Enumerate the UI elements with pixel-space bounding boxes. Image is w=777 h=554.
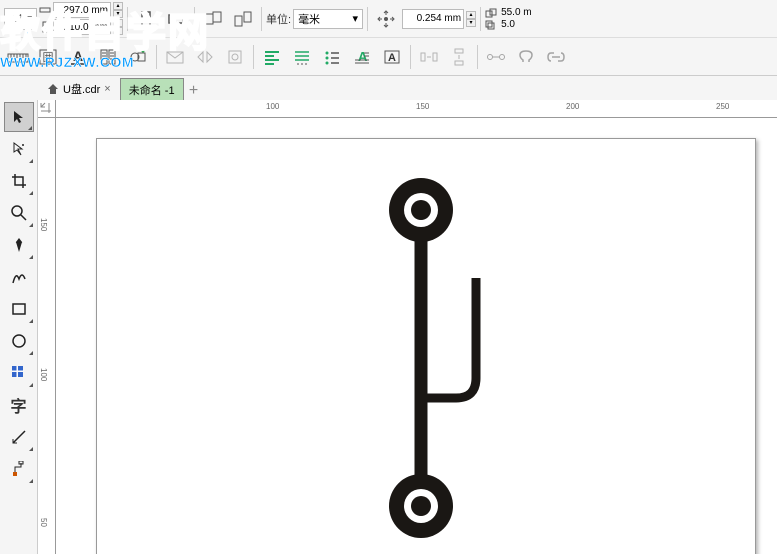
all-pages-button[interactable]: [199, 5, 227, 33]
connector-button[interactable]: [482, 43, 510, 71]
freehand-tool[interactable]: [4, 230, 34, 260]
effects-button[interactable]: [221, 43, 249, 71]
ruler-mark: 50: [39, 518, 48, 527]
bullets-button[interactable]: [318, 43, 346, 71]
hyperlink-button[interactable]: [542, 43, 570, 71]
text-underline-button[interactable]: A: [64, 43, 92, 71]
workspace: 100 150 200 250 150 100 50: [38, 100, 777, 554]
unit-select[interactable]: 毫米 ▾: [293, 9, 363, 29]
portrait-button[interactable]: [132, 5, 160, 33]
dup-y-icon: [485, 20, 499, 30]
vertical-ruler[interactable]: 150 100 50: [38, 118, 56, 554]
ruler-mark: 250: [716, 102, 729, 111]
dropcap-button[interactable]: A: [348, 43, 376, 71]
tab-label: U盘.cdr: [63, 81, 100, 97]
svg-text:A: A: [73, 48, 83, 64]
page-width-input[interactable]: [53, 2, 111, 18]
polygon-tool[interactable]: [4, 358, 34, 388]
ruler-mark: 150: [39, 218, 48, 231]
dimension-tool[interactable]: [4, 422, 34, 452]
artistic-media-tool[interactable]: [4, 262, 34, 292]
new-tab-button[interactable]: +: [184, 82, 204, 100]
document-tabs: U盘.cdr × 未命名 -1 +: [0, 76, 777, 100]
svg-text:囲: 囲: [43, 51, 54, 64]
zoom-tool[interactable]: [4, 198, 34, 228]
toolbox: 字: [0, 100, 38, 554]
separator: [480, 7, 481, 31]
nudge-icon: [372, 5, 400, 33]
ruler-mark: 100: [266, 102, 279, 111]
symbol-button[interactable]: [512, 43, 540, 71]
distribute-v-button[interactable]: [445, 43, 473, 71]
ruler-mark: 150: [416, 102, 429, 111]
text-frame-button[interactable]: 囲: [34, 43, 62, 71]
home-icon: [47, 83, 59, 95]
secondary-toolbar: 囲 A A A: [0, 38, 777, 76]
separator: [156, 45, 157, 69]
unit-label: 单位:: [266, 11, 291, 27]
dropdown-icon: ▾: [26, 12, 32, 25]
text-box-button[interactable]: A: [378, 43, 406, 71]
property-bar: A4 ▾ ▴▾ ▴▾ 单位: 毫米 ▾ ▴▾ 55.0 m 5.: [0, 0, 777, 38]
unit-value: 毫米: [298, 11, 320, 27]
ruler-mark: 200: [566, 102, 579, 111]
tab-label: 未命名 -1: [129, 82, 175, 98]
ruler-origin[interactable]: [38, 100, 56, 118]
columns-button[interactable]: [94, 43, 122, 71]
ellipse-tool[interactable]: [4, 326, 34, 356]
close-icon[interactable]: ×: [104, 83, 110, 95]
dup-y-value: 5.0: [501, 19, 515, 30]
distribute-h-button[interactable]: [415, 43, 443, 71]
dup-x-value: 55.0 m: [501, 7, 532, 18]
tab-settings-button[interactable]: [288, 43, 316, 71]
drawing-object[interactable]: [356, 168, 516, 548]
current-page-button[interactable]: [229, 5, 257, 33]
shape-tool-button[interactable]: [124, 43, 152, 71]
separator: [253, 45, 254, 69]
dropdown-icon: ▾: [353, 12, 359, 25]
page-size-value: A4: [9, 13, 22, 25]
connector-tool[interactable]: [4, 454, 34, 484]
canvas[interactable]: [56, 118, 777, 554]
break-apart-button[interactable]: [191, 43, 219, 71]
separator: [410, 45, 411, 69]
height-spinner[interactable]: ▴▾: [113, 19, 123, 35]
width-spinner[interactable]: ▴▾: [113, 2, 123, 18]
align-left-button[interactable]: [258, 43, 286, 71]
envelope-button[interactable]: [161, 43, 189, 71]
nudge-input[interactable]: [402, 9, 464, 29]
shape-tool[interactable]: [4, 134, 34, 164]
separator: [194, 7, 195, 31]
separator: [127, 7, 128, 31]
main-area: 字 100 150 200 250 150 100 50: [0, 100, 777, 554]
text-tool[interactable]: 字: [4, 390, 34, 420]
height-icon: [39, 21, 51, 33]
nudge-spinner[interactable]: ▴▾: [466, 11, 476, 27]
separator: [367, 7, 368, 31]
separator: [477, 45, 478, 69]
page-dimensions: ▴▾ ▴▾: [39, 2, 123, 35]
rectangle-tool[interactable]: [4, 294, 34, 324]
width-icon: [39, 4, 51, 16]
ruler-mark: 100: [39, 368, 48, 381]
dup-x-icon: [485, 8, 499, 18]
crop-tool[interactable]: [4, 166, 34, 196]
svg-text:A: A: [388, 52, 396, 64]
tab-document-2[interactable]: 未命名 -1: [120, 78, 184, 100]
separator: [261, 7, 262, 31]
page-size-select[interactable]: A4 ▾: [4, 8, 37, 30]
page-height-input[interactable]: [53, 19, 111, 35]
ruler-settings-button[interactable]: [4, 43, 32, 71]
tab-document-1[interactable]: U盘.cdr ×: [38, 78, 120, 100]
duplicate-distance: 55.0 m 5.0: [485, 7, 532, 30]
horizontal-ruler[interactable]: 100 150 200 250: [56, 100, 777, 118]
pick-tool[interactable]: [4, 102, 34, 132]
landscape-button[interactable]: [162, 5, 190, 33]
